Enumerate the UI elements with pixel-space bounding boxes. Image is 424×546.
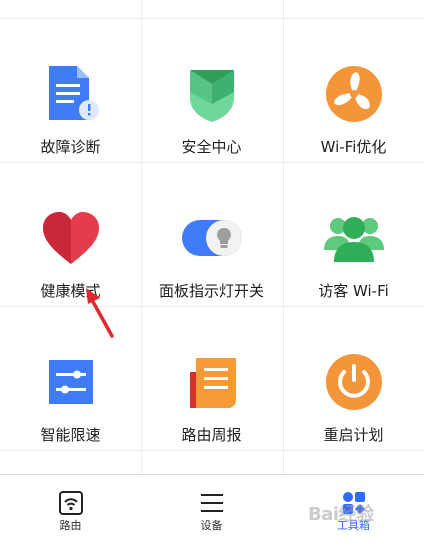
tab-label: 设备 <box>200 519 223 532</box>
annotation-arrow <box>86 288 114 338</box>
tool-health-mode[interactable]: 健康模式 <box>0 162 141 306</box>
power-icon <box>325 354 382 410</box>
tool-security-center[interactable]: 安全中心 <box>141 18 282 162</box>
tool-panel-light-switch[interactable]: 面板指示灯开关 <box>141 162 282 306</box>
tool-label: 故障诊断 <box>40 138 101 156</box>
tab-label: 路由 <box>59 519 82 532</box>
tool-guest-wifi[interactable]: 访客 Wi-Fi <box>283 162 424 306</box>
tool-label: 面板指示灯开关 <box>158 282 264 300</box>
document-diagnosis-icon <box>48 66 99 120</box>
tool-wifi-optimize[interactable]: Wi-Fi优化 <box>283 18 424 162</box>
tool-label: 路由周报 <box>181 426 242 444</box>
heart-icon <box>42 212 99 264</box>
watermark-logo: Bai经验 <box>308 504 374 525</box>
tool-label: 健康模式 <box>40 282 101 300</box>
tool-label: 重启计划 <box>323 426 384 444</box>
router-wifi-icon <box>58 491 83 515</box>
shield-icon <box>189 70 234 122</box>
tool-router-weekly-report[interactable]: 路由周报 <box>141 306 282 450</box>
tool-fault-diagnosis[interactable]: 故障诊断 <box>0 18 141 162</box>
tool-label: Wi-Fi优化 <box>320 138 387 156</box>
tool-label: 访客 Wi-Fi <box>318 282 389 300</box>
tools-grid: 故障诊断 安全中心 Wi-Fi优化 健康模式 面板指示灯开关 访客 Wi-Fi … <box>0 0 424 474</box>
grid-divider <box>0 450 424 451</box>
tool-label: 安全中心 <box>181 138 242 156</box>
guests-icon <box>323 217 384 262</box>
tool-label: 智能限速 <box>40 426 101 444</box>
tab-router[interactable]: 路由 <box>0 475 141 546</box>
tool-smart-speed-limit[interactable]: 智能限速 <box>0 306 141 450</box>
fan-icon <box>325 66 382 122</box>
tool-restart-plan[interactable]: 重启计划 <box>283 306 424 450</box>
menu-lines-icon <box>200 494 223 512</box>
report-icon <box>189 358 236 408</box>
light-toggle-icon <box>181 220 242 256</box>
sliders-icon <box>48 360 93 404</box>
tab-devices[interactable]: 设备 <box>141 475 282 546</box>
